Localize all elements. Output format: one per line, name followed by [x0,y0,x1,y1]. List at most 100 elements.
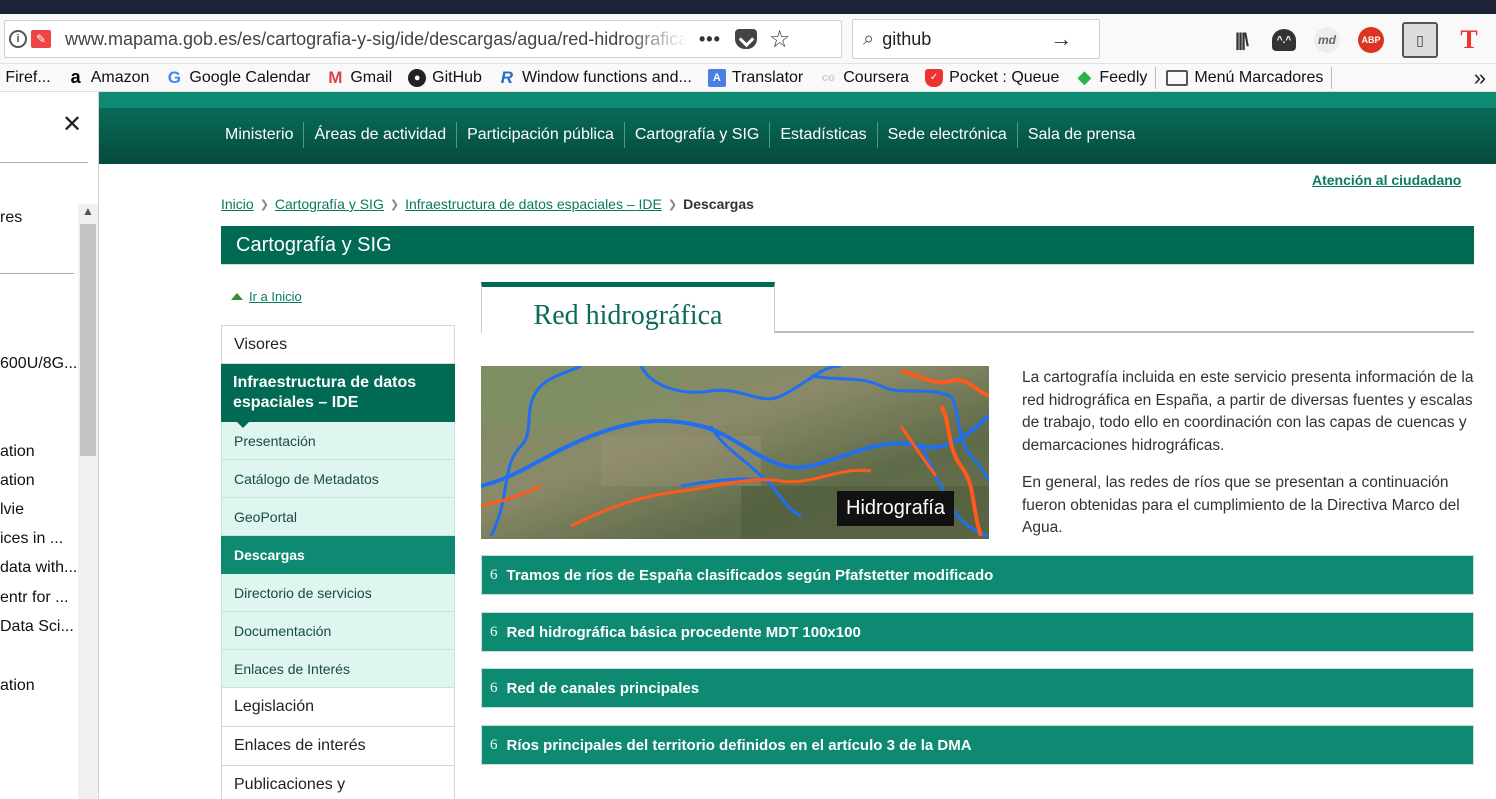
translator-icon: A [707,68,726,87]
menu-documentacion[interactable]: Documentación [221,612,455,650]
nav-participacion[interactable]: Participación pública [456,122,624,148]
gmail-icon: M [328,67,343,87]
sidebar-item[interactable]: res [0,209,76,227]
sidebar-item[interactable]: ation [0,677,76,695]
scroll-up-icon[interactable]: ▲ [82,204,94,218]
breadcrumb-inicio[interactable]: Inicio [221,196,254,212]
blocked-content-icon[interactable]: ✎ [31,30,51,48]
menu-presentacion[interactable]: Presentación [221,422,455,460]
breadcrumb-ide[interactable]: Infraestructura de datos espaciales – ID… [405,196,662,212]
nav-sede[interactable]: Sede electrónica [876,122,1017,148]
amazon-icon: a [70,67,81,87]
sidebar-item[interactable]: ation [0,472,76,490]
bookmark-gmail[interactable]: M Gmail [326,67,393,87]
bookmark-label: Coursera [843,68,910,86]
bookmark-label: Pocket : Queue [949,68,1060,86]
accordion-toggle-icon: 6 [490,623,498,640]
bookmark-menu-folder[interactable]: Menú Marcadores [1166,69,1323,87]
bookmark-coursera[interactable]: co Coursera [819,69,909,87]
ir-inicio-label: Ir a Inicio [249,289,302,304]
sidebar-divider [0,162,88,163]
nav-estadisticas[interactable]: Estadísticas [769,122,876,148]
sidebar-item[interactable]: lvie [0,501,76,519]
coursera-icon: co [821,71,835,84]
sidebar-item[interactable]: 600U/8G... [0,355,76,373]
scrollbar-thumb[interactable] [80,224,96,456]
adblock-icon[interactable]: ABP [1358,27,1384,53]
sidebar-item[interactable]: ices in ... [0,530,76,548]
search-bar[interactable]: ⌕ → [852,19,1100,59]
nav-ministerio[interactable]: Ministerio [215,122,303,148]
url-bar[interactable]: i ✎ www.mapama.gob.es/es/cartografia-y-s… [4,20,842,58]
sidebar-item[interactable]: entr for ... [0,589,76,607]
chevron-right-icon: ❯ [389,198,400,211]
bookmark-label: Window functions and... [521,68,692,86]
accordion-rios-dma[interactable]: 6 Ríos principales del territorio defini… [481,725,1474,765]
google-icon: G [167,67,181,87]
sidebar-item[interactable]: ation [0,443,76,461]
nav-cartografia[interactable]: Cartografía y SIG [623,122,770,148]
search-go-icon[interactable]: → [1050,26,1072,52]
bookmark-label: GitHub [432,68,482,86]
sidebar-scrollbar[interactable]: ▲ [78,204,98,799]
menu-directorio[interactable]: Directorio de servicios [221,574,455,612]
window-titlebar [0,0,1496,14]
bookmark-firefox[interactable]: e Firef... [0,69,51,87]
arrow-up-icon [231,293,243,300]
bookmark-label: Gmail [350,68,393,86]
breadcrumb-cartografia[interactable]: Cartografía y SIG [275,196,384,212]
accordion-canales[interactable]: 6 Red de canales principales [481,668,1474,708]
menu-geoportal[interactable]: GeoPortal [221,498,455,536]
bookmark-translator[interactable]: A Translator [707,68,804,87]
ir-inicio-link[interactable]: Ir a Inicio [231,289,302,304]
menu-legislacion[interactable]: Legislación [221,688,455,727]
bookmark-pocket[interactable]: ✓ Pocket : Queue [925,68,1060,87]
bookmark-google-calendar[interactable]: G Google Calendar [165,67,311,87]
menu-ide[interactable]: Infraestructura de datos espaciales – ID… [221,364,455,428]
accordion-pfafstetter[interactable]: 6 Tramos de ríos de España clasificados … [481,555,1474,595]
chevron-right-icon: ❯ [259,198,269,211]
content-tab: Red hidrográfica [481,282,775,333]
menu-catalogo[interactable]: Catálogo de Metadatos [221,460,455,498]
sidebar-toggle-icon[interactable]: ▯ [1402,22,1438,58]
breadcrumb-current: Descargas [683,196,754,212]
accordion-toggle-icon: 6 [490,679,498,696]
nav-prensa[interactable]: Sala de prensa [1016,122,1146,148]
menu-visores[interactable]: Visores [221,325,455,364]
close-icon[interactable]: ✕ [62,110,82,139]
sidebar-item[interactable]: Data Sci... [0,618,76,636]
page-title: Red hidrográfica [533,300,723,331]
accordion-label: Tramos de ríos de España clasificados se… [506,566,994,584]
menu-enlaces-interes-sub[interactable]: Enlaces de Interés [221,650,455,688]
left-menu: Visores Infraestructura de datos espacia… [221,325,455,799]
bookmark-label: Translator [731,68,804,86]
menu-descargas[interactable]: Descargas [221,536,455,574]
bookmark-star-icon[interactable]: ☆ [769,25,791,54]
bookmark-amazon[interactable]: a Amazon [67,67,150,87]
bookmark-window-functions[interactable]: R Window functions and... [498,68,692,87]
md-extension-icon[interactable]: md [1314,27,1340,53]
sidebar-item[interactable]: data with... [0,559,76,577]
menu-enlaces[interactable]: Enlaces de interés [221,727,455,766]
chevron-right-double-icon[interactable]: » [1474,65,1486,91]
page-actions-icon[interactable]: ••• [699,29,721,50]
nav-areas[interactable]: Áreas de actividad [303,122,456,148]
bookmarks-toolbar: e Firef... a Amazon G Google Calendar M Gma… [0,64,1496,92]
info-icon[interactable]: i [9,30,27,48]
bookmark-label: Google Calendar [189,68,311,86]
accordion-mdt[interactable]: 6 Red hidrográfica básica procedente MDT… [481,612,1474,652]
atencion-ciudadano-link[interactable]: Atención al ciudadano [1312,172,1461,188]
library-icon[interactable]: |||\ [1228,25,1254,55]
url-text[interactable]: www.mapama.gob.es/es/cartografia-y-sig/i… [65,29,687,50]
t-extension-icon[interactable]: T [1456,25,1482,55]
accordion-label: Red hidrográfica básica procedente MDT 1… [506,623,861,641]
accordion-toggle-icon: 6 [490,736,498,753]
cat-extension-icon[interactable]: ^.^ [1272,29,1296,51]
search-input[interactable] [882,28,1043,50]
bookmark-feedly[interactable]: ◆ Feedly [1075,67,1147,87]
menu-publicaciones[interactable]: Publicaciones y [221,766,455,799]
feedly-icon: ◆ [1077,67,1092,87]
pocket-icon[interactable] [734,29,757,49]
github-icon: ● [408,68,427,87]
bookmark-github[interactable]: ● GitHub [408,68,482,87]
